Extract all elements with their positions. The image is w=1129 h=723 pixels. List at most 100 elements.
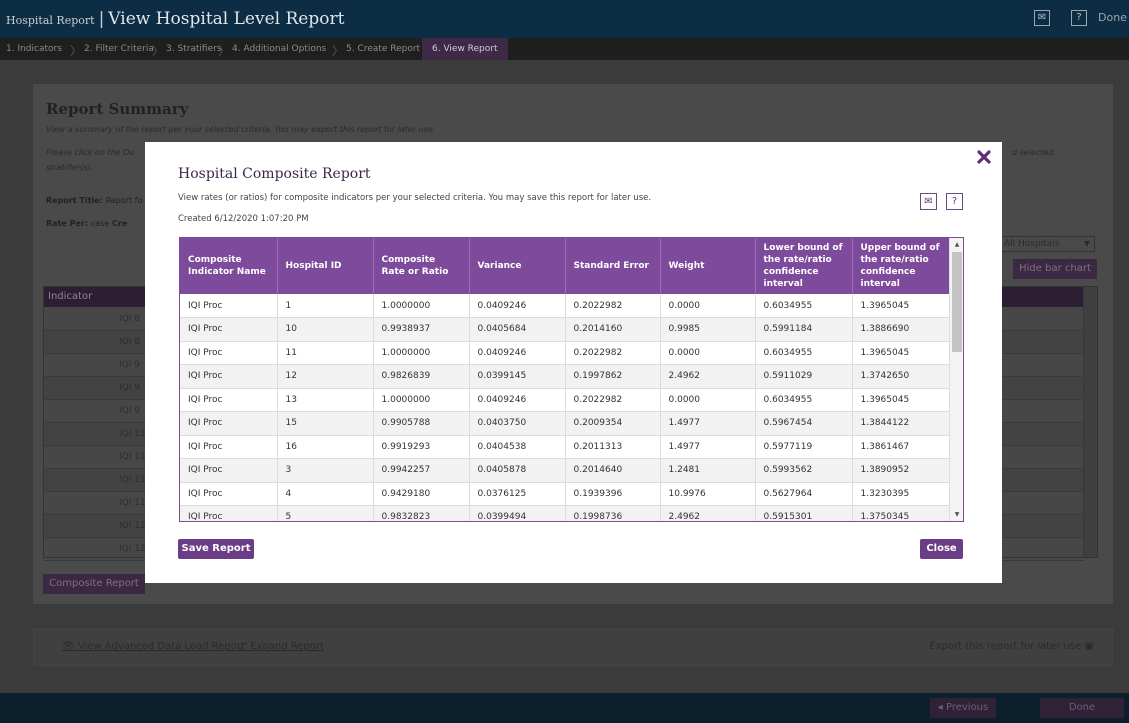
- table-cell: 3: [277, 458, 374, 483]
- table-cell: 2.4962: [660, 364, 756, 389]
- table-cell: 1.3742650: [852, 364, 951, 389]
- table-cell: 1.3965045: [852, 341, 951, 365]
- modal-table-scrollbar[interactable]: ▲ ▼: [949, 238, 963, 521]
- table-cell: 0.0376125: [469, 482, 566, 506]
- eye-icon: 👁: [62, 641, 75, 652]
- previous-label: Previous: [945, 702, 989, 713]
- chevron-right-icon: 〉: [152, 44, 165, 58]
- table-cell: 0.1998736: [565, 505, 661, 521]
- table-cell: IQI Proc: [180, 411, 278, 436]
- table-cell: 10: [277, 317, 374, 342]
- table-cell: 15: [277, 411, 374, 436]
- table-row: IQI Proc 10 0.9938937 0.0405684 0.2014160 0.9…: [180, 317, 951, 342]
- column-header[interactable]: Weight: [660, 238, 756, 294]
- column-header[interactable]: Upper bound of the rate/ratio confidence…: [852, 238, 951, 294]
- step-indicators[interactable]: 1. Indicators: [6, 38, 62, 60]
- table-cell: 1.4977: [660, 411, 756, 436]
- table-cell: IQI Proc: [180, 317, 278, 342]
- email-icon[interactable]: ✉: [1034, 10, 1050, 26]
- table-cell: 0.2022982: [565, 388, 661, 412]
- table-row: IQI Proc 15 0.9905788 0.0403750 0.2009354 1.4…: [180, 411, 951, 436]
- help-icon[interactable]: ?: [946, 193, 963, 210]
- composite-report-table: Composite Indicator Name Hospital ID Com…: [179, 237, 964, 522]
- table-cell: 0.6034955: [755, 388, 853, 412]
- table-cell: IQI Proc: [180, 482, 278, 506]
- table-cell: 0.0403750: [469, 411, 566, 436]
- table-cell: 1.0000000: [373, 294, 470, 318]
- table-cell: 0.0000: [660, 294, 756, 318]
- scroll-down-icon[interactable]: ▼: [950, 511, 963, 518]
- step-create-report[interactable]: 5. Create Report: [346, 38, 420, 60]
- table-cell: 0.0409246: [469, 341, 566, 365]
- hospitals-select[interactable]: All Hospitals ▼: [1000, 236, 1095, 252]
- scroll-up-icon[interactable]: ▲: [950, 241, 963, 248]
- table-row: IQI Proc 13 1.0000000 0.0409246 0.2022982 0.0…: [180, 388, 951, 412]
- column-header[interactable]: Composite Indicator Name: [180, 238, 278, 294]
- done-button[interactable]: Done: [1040, 698, 1124, 718]
- report-footer: 👁 View Advanced Data Load Report ⤢ Expan…: [33, 628, 1113, 666]
- close-icon[interactable]: [977, 150, 991, 164]
- title-separator: |: [98, 9, 105, 29]
- hide-bar-chart-button[interactable]: Hide bar chart: [1013, 259, 1097, 279]
- scrollbar-thumb[interactable]: [952, 252, 962, 352]
- column-header[interactable]: Variance: [469, 238, 566, 294]
- table-row: IQI Proc 11 1.0000000 0.0409246 0.2022982 0.0…: [180, 341, 951, 365]
- report-title-row: Report Title: Report fo: [46, 196, 142, 205]
- table-cell: 1.3886690: [852, 317, 951, 342]
- table-row: IQI Proc 3 0.9942257 0.0405878 0.2014640 1.24…: [180, 458, 951, 483]
- previous-button[interactable]: ◂ Previous: [930, 698, 996, 718]
- table-cell: 0.9938937: [373, 317, 470, 342]
- table-cell: 0.5977119: [755, 435, 853, 459]
- column-header[interactable]: Standard Error: [565, 238, 661, 294]
- table-cell: 1.3965045: [852, 388, 951, 412]
- step-filter-criteria[interactable]: 2. Filter Criteria: [84, 38, 154, 60]
- indicator-table-scrollbar[interactable]: [1083, 287, 1097, 557]
- rate-per-extra: Cre: [112, 219, 128, 228]
- column-header[interactable]: Composite Rate or Ratio: [373, 238, 470, 294]
- table-cell: 1.3965045: [852, 294, 951, 318]
- header-done-link[interactable]: Done: [1098, 11, 1127, 24]
- table-cell: 13: [277, 388, 374, 412]
- column-header[interactable]: Lower bound of the rate/ratio confidence…: [755, 238, 853, 294]
- composite-report-button[interactable]: Composite Report: [43, 574, 145, 594]
- close-button[interactable]: Close: [920, 539, 963, 559]
- step-view-report[interactable]: 6. View Report: [422, 38, 508, 60]
- table-cell: 0.5911029: [755, 364, 853, 389]
- table-cell: 0.5991184: [755, 317, 853, 342]
- table-cell: 1.2481: [660, 458, 756, 483]
- save-report-button[interactable]: Save Report: [178, 539, 254, 559]
- rate-per-value: case: [90, 219, 110, 228]
- table-cell: 1.3890952: [852, 458, 951, 483]
- table-cell: 11: [277, 341, 374, 365]
- advanced-data-load-link[interactable]: 👁 View Advanced Data Load Report: [62, 641, 245, 652]
- table-cell: IQI Proc: [180, 341, 278, 365]
- export-report-label: Export this report for later use: [929, 641, 1082, 652]
- step-stratifiers[interactable]: 3. Stratifiers: [166, 38, 222, 60]
- chevron-right-icon: 〉: [70, 44, 83, 58]
- rate-per-label: Rate Per:: [46, 219, 89, 228]
- expand-report-link[interactable]: ⤢ Expand Report: [239, 641, 324, 652]
- table-cell: IQI Proc: [180, 294, 278, 318]
- table-cell: 0.1997862: [565, 364, 661, 389]
- step-additional-options[interactable]: 4. Additional Options: [232, 38, 326, 60]
- table-cell: 1: [277, 294, 374, 318]
- table-cell: 0.9985: [660, 317, 756, 342]
- table-row: IQI Proc 1 1.0000000 0.0409246 0.2022982 0.00…: [180, 294, 951, 318]
- table-cell: 0.9429180: [373, 482, 470, 506]
- save-icon: ▣: [1084, 641, 1094, 652]
- report-title-label: Report Title:: [46, 196, 103, 205]
- email-icon[interactable]: ✉: [920, 193, 937, 210]
- table-cell: IQI Proc: [180, 364, 278, 389]
- column-header[interactable]: Hospital ID: [277, 238, 374, 294]
- chevron-down-icon: ▼: [1083, 239, 1090, 248]
- export-report-link[interactable]: Export this report for later use ▣: [929, 641, 1094, 652]
- rate-per-row: Rate Per: case Cre: [46, 219, 127, 228]
- help-icon[interactable]: ?: [1071, 10, 1087, 26]
- table-cell: 0.0399145: [469, 364, 566, 389]
- table-cell: 0.2022982: [565, 341, 661, 365]
- bottom-nav-bar: ◂ Previous Done: [0, 693, 1129, 723]
- wizard-steps: 1. Indicators 〉 2. Filter Criteria 〉 3. …: [0, 38, 1129, 60]
- table-cell: 0.9826839: [373, 364, 470, 389]
- table-cell: 0.1939396: [565, 482, 661, 506]
- table-cell: 4: [277, 482, 374, 506]
